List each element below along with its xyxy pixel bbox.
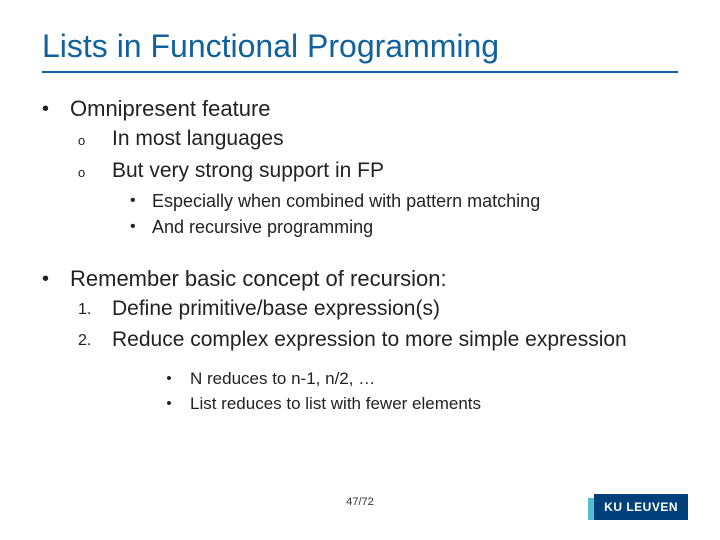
list-item: • Especially when combined with pattern … [130,189,678,213]
bullet-dot-icon: • [148,392,190,415]
bullet-circle-icon: o [78,125,112,155]
list-item: 2. Reduce complex expression to more sim… [78,326,678,355]
list-item: • List reduces to list with fewer elemen… [148,392,678,415]
list-item: • Omnipresent feature [42,95,678,123]
bullet-text: And recursive programming [152,215,373,239]
bullet-level-0: • Omnipresent feature [42,95,678,123]
spacer [42,357,678,367]
list-item: o But very strong support in FP [78,157,678,187]
bullet-dot-icon: • [148,367,190,390]
bullet-dot-icon: • [42,95,70,123]
spacer [42,241,678,265]
bullet-text: But very strong support in FP [112,157,384,187]
bullet-level-2: • Especially when combined with pattern … [130,189,678,239]
bullet-text: Remember basic concept of recursion: [70,265,447,293]
bullet-level-3: • N reduces to n-1, n/2, … • List reduce… [148,367,678,415]
bullet-level-1: o In most languages o But very strong su… [78,125,678,187]
number-marker: 2. [78,326,112,355]
slide-title: Lists in Functional Programming [42,28,678,73]
bullet-circle-icon: o [78,157,112,187]
slide: Lists in Functional Programming • Omnipr… [0,0,720,415]
list-item: o In most languages [78,125,678,155]
bullet-dot-icon: • [130,189,152,213]
list-item: • Remember basic concept of recursion: [42,265,678,293]
bullet-level-1: 1. Define primitive/base expression(s) 2… [78,295,678,355]
bullet-text: Especially when combined with pattern ma… [152,189,540,213]
list-item: • And recursive programming [130,215,678,239]
bullet-dot-icon: • [42,265,70,293]
bullet-text: N reduces to n-1, n/2, … [190,367,375,390]
bullet-dot-icon: • [130,215,152,239]
number-marker: 1. [78,295,112,324]
list-item: 1. Define primitive/base expression(s) [78,295,678,324]
list-item: • N reduces to n-1, n/2, … [148,367,678,390]
slide-content: • Omnipresent feature o In most language… [42,95,678,415]
bullet-level-0: • Remember basic concept of recursion: [42,265,678,293]
bullet-text: Reduce complex expression to more simple… [112,326,627,355]
kuleuven-logo: KU LEUVEN [594,494,688,520]
bullet-text: Define primitive/base expression(s) [112,295,440,324]
bullet-text: Omnipresent feature [70,95,271,123]
bullet-text: In most languages [112,125,284,155]
bullet-text: List reduces to list with fewer elements [190,392,481,415]
